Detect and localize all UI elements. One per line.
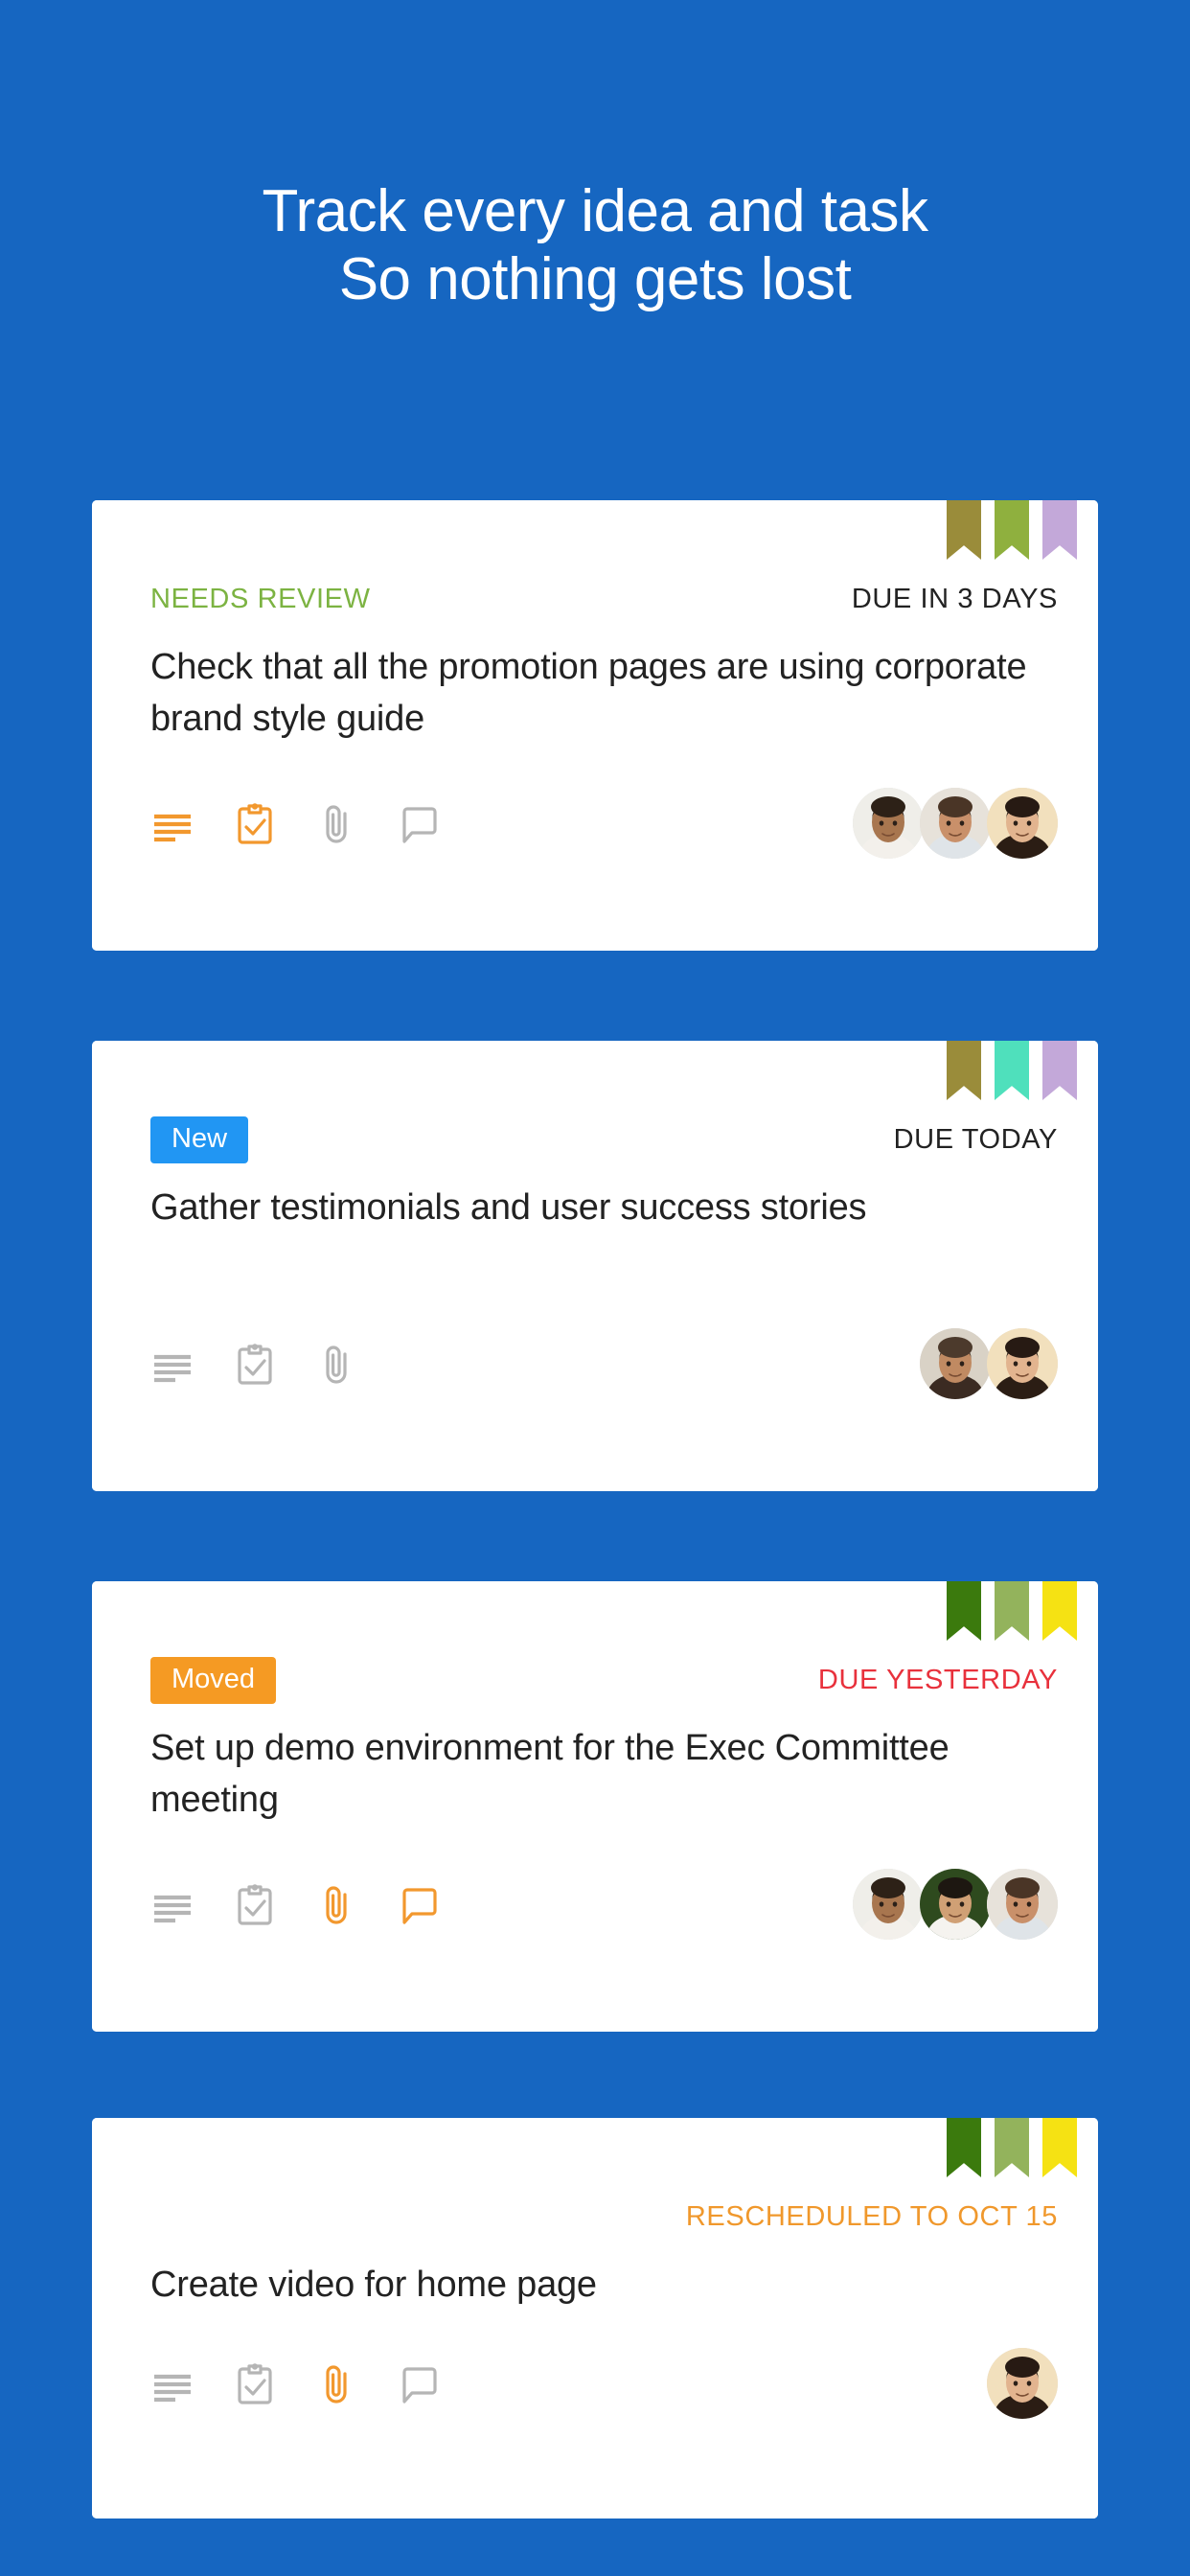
label-flag [995, 1041, 1029, 1100]
card-label-flags [947, 1581, 1077, 1641]
label-flag [995, 2118, 1029, 2177]
due-date-label: DUE YESTERDAY [817, 1664, 1058, 1695]
due-date-label: DUE IN 3 DAYS [851, 583, 1058, 614]
checklist-icon[interactable] [233, 1342, 277, 1386]
comment-icon[interactable] [398, 801, 442, 845]
due-date-label: RESCHEDULED TO OCT 15 [685, 2200, 1058, 2232]
task-card[interactable]: Moved DUE YESTERDAY Set up demo environmen… [92, 1581, 1098, 2032]
assignee-avatar-group [987, 2348, 1058, 2419]
card-meta-row: RESCHEDULED TO OCT 15 [150, 2195, 1058, 2239]
label-flag [947, 1581, 981, 1641]
description-icon[interactable] [150, 1342, 195, 1386]
headline-line-1: Track every idea and task [262, 178, 928, 244]
avatar-man-smiling-suit[interactable] [920, 1869, 991, 1940]
task-card-body: RESCHEDULED TO OCT 15 Create video for ho… [92, 2118, 1098, 2518]
attachment-icon[interactable] [315, 1882, 359, 1926]
card-footer-row [150, 788, 1058, 859]
headline-line-2: So nothing gets lost [338, 245, 852, 312]
avatar-woman-long-hair[interactable] [987, 1328, 1058, 1399]
card-meta-row: New DUE TODAY [150, 1116, 1058, 1163]
comment-icon[interactable] [398, 2361, 442, 2405]
card-footer-row [150, 2348, 1058, 2419]
attachment-icon[interactable] [315, 1342, 359, 1386]
description-icon[interactable] [150, 2361, 195, 2405]
card-title[interactable]: Set up demo environment for the Exec Com… [150, 1723, 1045, 1827]
card-title[interactable]: Check that all the promotion pages are u… [150, 642, 1045, 746]
checklist-icon[interactable] [233, 1882, 277, 1926]
status-badge[interactable]: New [150, 1116, 249, 1163]
status-badge[interactable]: Moved [150, 1656, 277, 1704]
label-flag [947, 1041, 981, 1100]
card-footer-row [150, 1328, 1058, 1399]
card-meta-row: NEEDS REVIEW DUE IN 3 DAYS [150, 577, 1058, 621]
avatar-man-bald[interactable] [920, 1328, 991, 1399]
attachment-icon[interactable] [315, 2361, 359, 2405]
description-icon[interactable] [150, 1882, 195, 1926]
card-label-flags [947, 500, 1077, 560]
task-card-body: New DUE TODAY Gather testimonials and user… [92, 1041, 1098, 1491]
page-headline: Track every idea and task So nothing get… [0, 178, 1190, 313]
label-flag [1042, 500, 1077, 560]
task-card[interactable]: RESCHEDULED TO OCT 15 Create video for ho… [92, 2118, 1098, 2518]
comment-icon[interactable] [398, 1882, 442, 1926]
avatar-man-glasses-suit[interactable] [853, 1869, 924, 1940]
status-label: NEEDS REVIEW [150, 583, 371, 614]
label-flag [995, 1581, 1029, 1641]
label-flag [947, 500, 981, 560]
attachment-icon[interactable] [315, 801, 359, 845]
label-flag [1042, 1581, 1077, 1641]
task-card[interactable]: New DUE TODAY Gather testimonials and user… [92, 1041, 1098, 1491]
assignee-avatar-group [853, 788, 1058, 859]
card-title[interactable]: Create video for home page [150, 2260, 1045, 2312]
avatar-man-dark-hair[interactable] [987, 1869, 1058, 1940]
card-meta-row: Moved DUE YESTERDAY [150, 1656, 1058, 1704]
avatar-woman-long-hair[interactable] [987, 788, 1058, 859]
label-flag [947, 2118, 981, 2177]
label-flag [995, 500, 1029, 560]
assignee-avatar-group [853, 1869, 1058, 1940]
checklist-icon[interactable] [233, 801, 277, 845]
card-title[interactable]: Gather testimonials and user success sto… [150, 1183, 1045, 1234]
task-card[interactable]: NEEDS REVIEW DUE IN 3 DAYS Check that all … [92, 500, 1098, 951]
card-footer-row [150, 1869, 1058, 1940]
avatar-woman-long-hair[interactable] [987, 2348, 1058, 2419]
assignee-avatar-group [920, 1328, 1058, 1399]
task-card-body: Moved DUE YESTERDAY Set up demo environmen… [92, 1581, 1098, 2032]
task-card-body: NEEDS REVIEW DUE IN 3 DAYS Check that all … [92, 500, 1098, 951]
avatar-man-dark-hair[interactable] [920, 788, 991, 859]
card-icon-group [150, 801, 442, 845]
card-label-flags [947, 1041, 1077, 1100]
due-date-label: DUE TODAY [893, 1123, 1058, 1155]
card-icon-group [150, 1342, 359, 1386]
label-flag [1042, 1041, 1077, 1100]
checklist-icon[interactable] [233, 2361, 277, 2405]
card-label-flags [947, 2118, 1077, 2177]
card-icon-group [150, 1882, 442, 1926]
label-flag [1042, 2118, 1077, 2177]
description-icon[interactable] [150, 801, 195, 845]
avatar-man-glasses-suit[interactable] [853, 788, 924, 859]
app-screen: Track every idea and task So nothing get… [0, 0, 1190, 2576]
card-icon-group [150, 2361, 442, 2405]
